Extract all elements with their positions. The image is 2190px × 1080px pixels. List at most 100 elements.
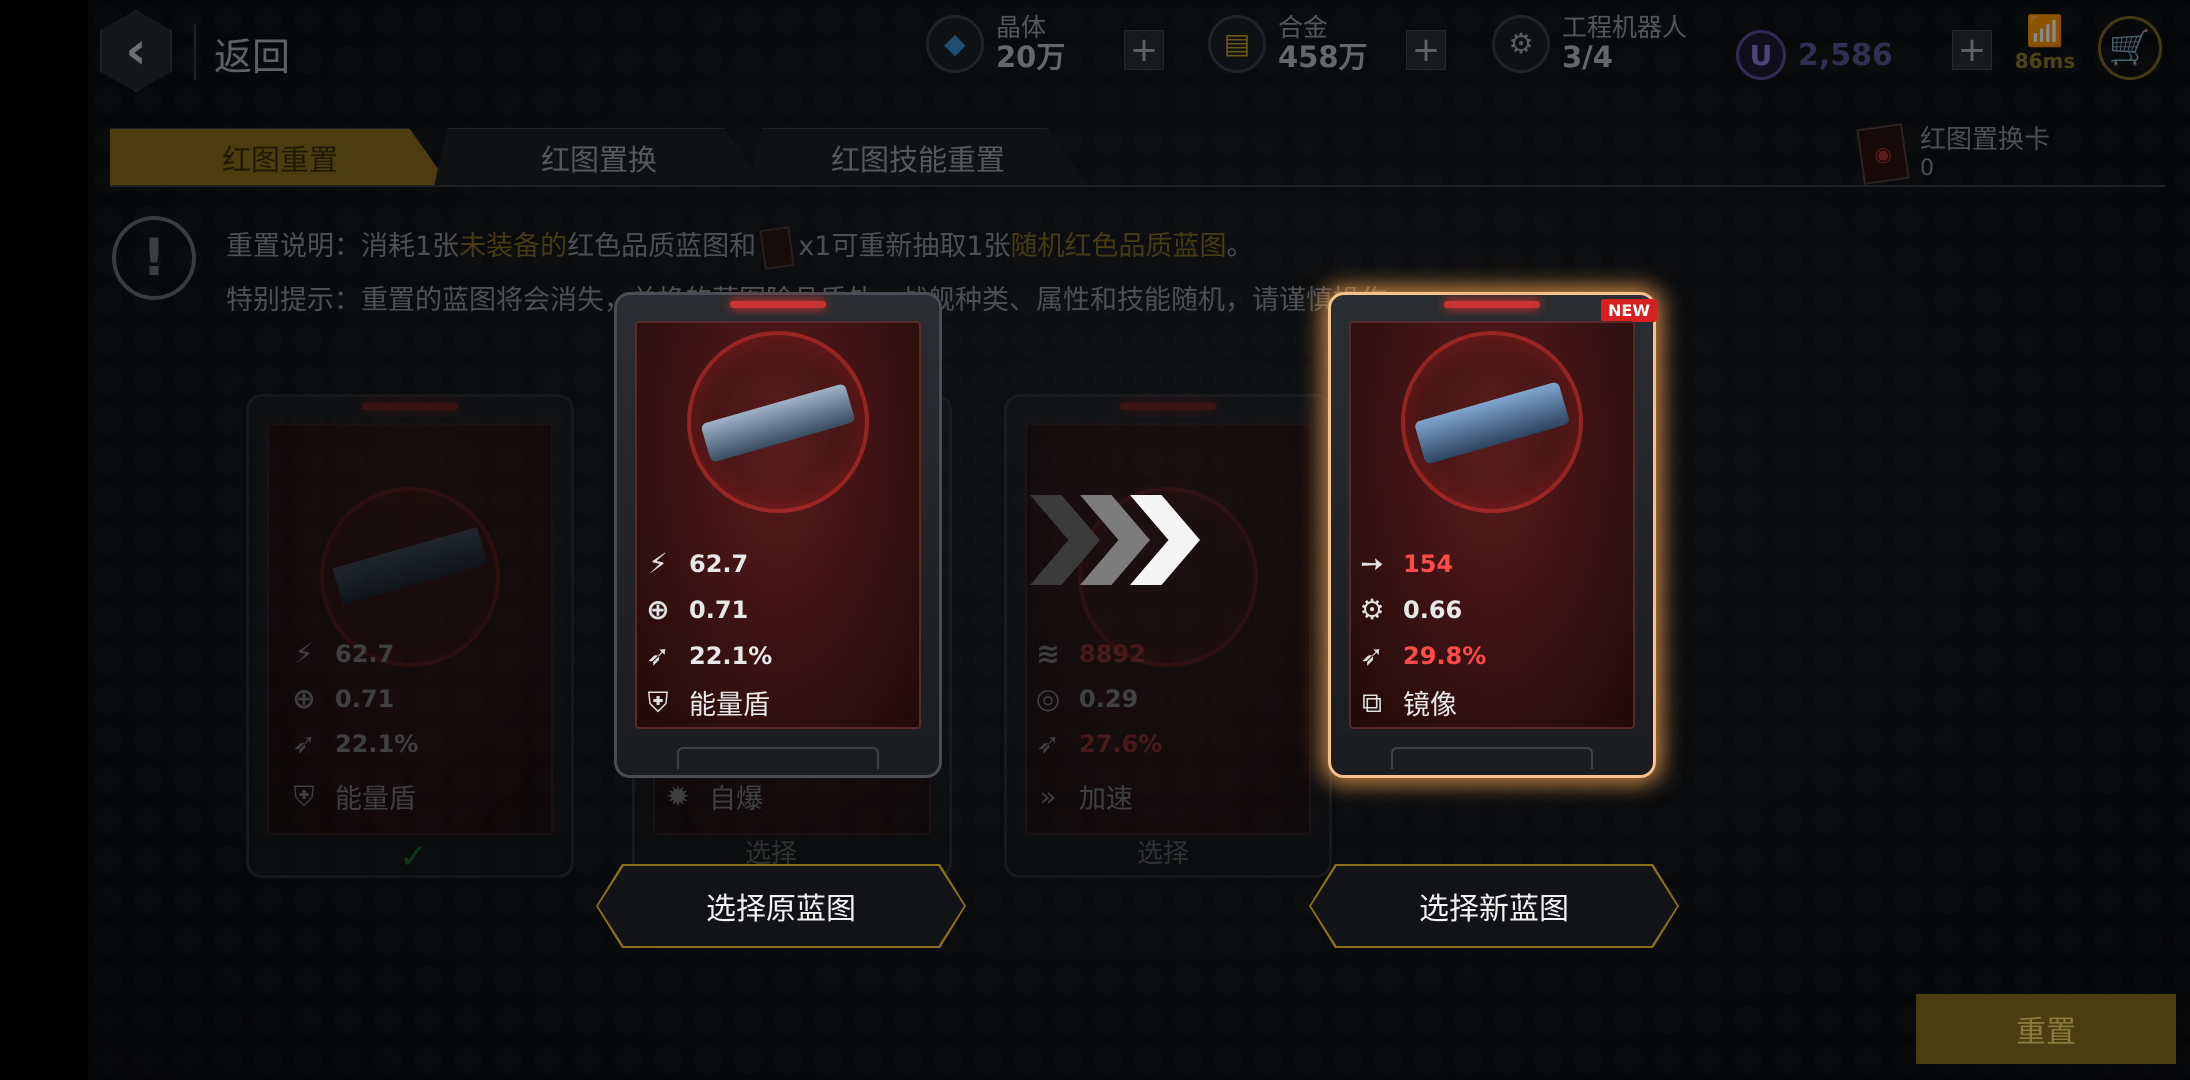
info-line-1: 重置说明：消耗1张未装备的红色品质蓝图和 x1可重新抽取1张随机红色品质蓝图。 [226,224,1254,270]
skill-name: 加速 [1079,784,1133,815]
skill: » 加速 [1031,777,1133,816]
resource-value: 20万 [996,39,1066,74]
stat-attack: ⚡ 62.7 [287,637,394,670]
tab-red-swap[interactable]: 红图置换 [434,128,764,186]
u-currency-value: 2,586 [1798,37,1893,73]
gear-icon: ◎ [1035,682,1061,715]
skill-name: 自爆 [709,784,763,815]
crystal-icon: ◆ [926,14,984,73]
stat-missile: ➶ 29.8% [1355,639,1486,672]
info-highlight: 未装备的 [459,231,568,262]
info-text: x1可重新抽取1张 [798,231,1011,262]
skill: ⛨ 能量盾 [287,777,416,816]
skill: ✹ 自爆 [661,777,763,816]
explode-icon: ✹ [666,780,690,813]
blueprint-card-left[interactable]: ⚡ 62.7 ⊕ 0.71 ➶ 22.1% ⛨ 能量盾 ✓ [246,394,574,878]
shield-icon: ⛨ [293,779,315,813]
u-currency: U 2,586 [1736,30,1893,80]
tab-bar: 红图重置 红图置换 红图技能重置 [110,128,1088,186]
skill: ⧉ 镜像 [1355,683,1457,722]
card-indicator [362,403,458,410]
stat-speed: ➙ 154 [1355,547,1453,580]
missile-icon: ➶ [1360,639,1384,672]
stat-crosshair: ⊕ 0.71 [287,682,394,715]
stat-value: 62.7 [335,639,395,668]
tab-red-reset[interactable]: 红图重置 [110,128,450,186]
latency-label: 86ms [2014,49,2076,73]
stat-rate: ⚙ 0.66 [1355,593,1462,626]
swap-card-icon: ◉ [1856,123,1910,185]
skill-name: 能量盾 [689,690,770,721]
gear-icon: ⚙ [1359,593,1385,626]
stat-value: 154 [1403,549,1454,578]
select-original-button[interactable]: 选择原蓝图 [596,864,966,948]
add-crystal-button[interactable]: + [1124,30,1164,70]
plus-icon: + [1129,30,1159,70]
resource-value: 3/4 [1562,39,1613,74]
boost-icon: » [1039,780,1057,813]
shield-icon: ⛨ [647,685,669,719]
stat-value: 0.66 [1403,595,1463,624]
stat-value: 22.1% [689,641,773,670]
card-base [677,747,879,769]
tab-red-skill-reset[interactable]: 红图技能重置 [748,128,1088,186]
plus-icon: + [1957,30,1987,70]
arrow-right-icon [1030,495,1200,585]
skill-name: 镜像 [1403,690,1457,721]
attack-icon: ≋ [1036,637,1060,670]
missile-icon: ➶ [292,727,316,760]
swap-card-count: 0 [1920,156,1934,182]
stat-missile: ➶ 27.6% [1031,727,1162,760]
divider [194,24,196,80]
robot-icon: ⚙ [1492,14,1550,73]
new-badge: NEW [1601,299,1657,322]
info-text: 重置说明：消耗1张 [226,231,460,262]
arrow-icon: ➙ [1360,547,1384,580]
stat-value: 0.71 [689,595,749,624]
resource-robot: ⚙ 工程机器人 3/4 [1492,14,1687,73]
attack-icon: ⚡ [294,637,314,670]
swap-card-chip-icon [759,225,795,270]
plus-icon: + [1411,30,1441,70]
shop-cart-button[interactable]: 🛒 [2098,16,2162,80]
chevron-left-icon: ‹ [125,21,147,81]
skill: ⛨ 能量盾 [641,683,770,722]
stat-missile: ➶ 22.1% [287,727,418,760]
add-u-button[interactable]: + [1952,30,1992,70]
crosshair-icon: ⊕ [646,593,670,626]
add-alloy-button[interactable]: + [1406,30,1446,70]
original-blueprint-card[interactable]: ⚡ 62.7 ⊕ 0.71 ➶ 22.1% ⛨ 能量盾 [614,292,942,778]
info-text: 。 [1226,231,1254,262]
card-indicator [1444,301,1540,308]
alloy-icon: ▤ [1208,14,1266,73]
stat-rate: ◎ 0.29 [1031,682,1138,715]
attack-icon: ⚡ [648,547,668,580]
stat-value: 0.29 [1079,684,1139,713]
back-label[interactable]: 返回 [214,26,290,81]
stat-value: 0.71 [335,684,395,713]
resource-name: 工程机器人 [1562,13,1688,42]
info-text: 红色品质蓝图和 [567,231,757,262]
select-new-label: 选择新蓝图 [1311,866,1677,946]
card-indicator [1120,403,1216,410]
resource-alloy: ▤ 合金 458万 [1208,14,1368,73]
reset-button[interactable]: 重置 [1916,994,2176,1064]
exclamation-icon: ! [112,216,196,300]
resource-value: 458万 [1278,39,1368,74]
stat-value: 22.1% [335,729,419,758]
stat-crosshair: ⊕ 0.71 [641,593,748,626]
stat-attack: ≋ 8892 [1031,637,1146,670]
resource-crystal: ◆ 晶体 20万 [926,14,1065,73]
stat-attack: ⚡ 62.7 [641,547,748,580]
stat-value: 62.7 [689,549,749,578]
u-coin-icon: U [1736,30,1786,80]
select-label[interactable]: 选择 [1137,833,1189,870]
select-new-button[interactable]: 选择新蓝图 [1309,864,1679,948]
skill-name: 能量盾 [335,784,416,815]
card-indicator [730,301,826,308]
blueprint-card-right[interactable]: ≋ 8892 ◎ 0.29 ➶ 27.6% » 加速 选择 [1004,394,1332,878]
mirror-icon: ⧉ [1362,685,1382,719]
crosshair-icon: ⊕ [292,682,316,715]
tab-underline [110,185,2165,187]
new-blueprint-card[interactable]: NEW ➙ 154 ⚙ 0.66 ➶ 29.8% ⧉ 镜像 [1328,292,1657,778]
